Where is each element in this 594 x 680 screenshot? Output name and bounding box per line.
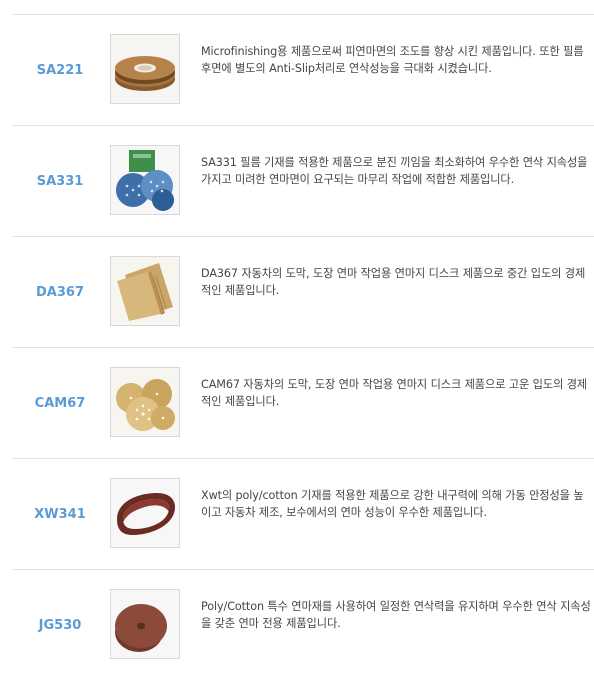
product-code-link[interactable]: DA367 — [12, 237, 108, 347]
product-thumbnail[interactable] — [110, 589, 180, 659]
product-row: JG530 Poly/Cotton 특수 연마재를 사용하여 일정한 연삭력을 … — [12, 569, 594, 680]
product-code-link[interactable]: JG530 — [12, 570, 108, 680]
tape-roll-icon — [111, 35, 179, 103]
product-row: CAM67 CAM67 자동차의 도막, 도장 연마 작업용 연마지 디스크 제… — [12, 347, 594, 458]
product-code-link[interactable]: SA331 — [12, 126, 108, 236]
product-thumbnail[interactable] — [110, 256, 180, 326]
product-thumbnail[interactable] — [110, 34, 180, 104]
product-thumbnail[interactable] — [110, 367, 180, 437]
product-description: SA331 필름 기재를 적용한 제품으로 분진 끼임을 최소화하여 우수한 연… — [201, 156, 588, 186]
product-row: SA331 SA331 필름 기재를 적용한 제품으로 분진 끼임을 최소화하여… — [12, 125, 594, 236]
product-description: Microfinishing용 제품으로써 피연마면의 조도를 향상 시킨 제품… — [201, 45, 584, 75]
product-row: DA367 DA367 자동차의 도막, 도장 연마 작업용 연마지 디스크 제… — [12, 236, 594, 347]
product-row: XW341 Xwt의 poly/cotton 기재를 적용한 제품으로 강한 내… — [12, 458, 594, 569]
sanding-belt-icon — [111, 479, 179, 547]
gold-discs-icon — [111, 368, 179, 436]
product-description: CAM67 자동차의 도막, 도장 연마 작업용 연마지 디스크 제품으로 고운… — [201, 378, 588, 408]
product-row: SA221 Microfinishing용 제품으로써 피연마면의 조도를 향상… — [12, 14, 594, 125]
product-description: DA367 자동차의 도막, 도장 연마 작업용 연마지 디스크 제품으로 중간… — [201, 267, 586, 297]
product-list: SA221 Microfinishing용 제품으로써 피연마면의 조도를 향상… — [12, 14, 594, 680]
product-description: Poly/Cotton 특수 연마재를 사용하여 일정한 연삭력을 유지하며 우… — [201, 600, 591, 630]
brown-disc-icon — [111, 590, 179, 658]
product-thumbnail[interactable] — [110, 145, 180, 215]
blue-discs-icon — [111, 146, 179, 214]
product-description: Xwt의 poly/cotton 기재를 적용한 제품으로 강한 내구력에 의해… — [201, 489, 584, 519]
product-thumbnail[interactable] — [110, 478, 180, 548]
sandpaper-sheet-icon — [111, 257, 179, 325]
product-code-link[interactable]: SA221 — [12, 15, 108, 125]
product-code-link[interactable]: XW341 — [12, 459, 108, 569]
product-code-link[interactable]: CAM67 — [12, 348, 108, 458]
